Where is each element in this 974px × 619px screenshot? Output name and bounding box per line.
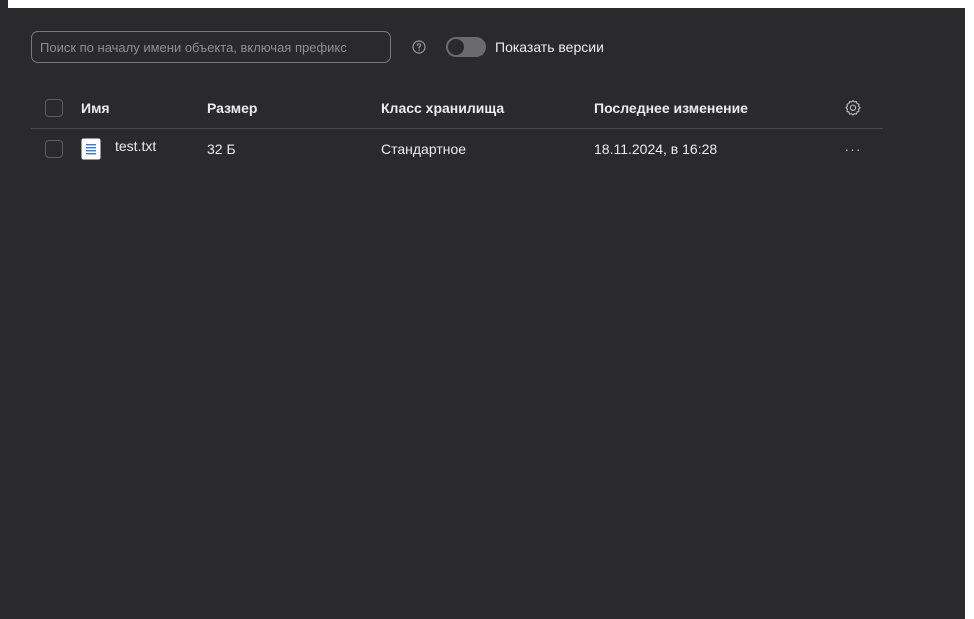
show-versions-label: Показать версии	[495, 39, 604, 55]
file-size: 32 Б	[207, 141, 236, 157]
search-input[interactable]	[31, 31, 391, 63]
file-name[interactable]: test.txt	[115, 126, 156, 166]
text-file-icon	[81, 138, 101, 160]
select-all-checkbox[interactable]	[45, 99, 63, 117]
toggle-knob	[448, 39, 464, 55]
column-header-name[interactable]: Имя	[81, 88, 110, 128]
file-modified: 18.11.2024, в 16:28	[594, 141, 718, 157]
objects-table: Имя Размер Класс хранилища Последнее изм…	[31, 88, 883, 169]
show-versions-toggle[interactable]	[446, 37, 486, 57]
question-circle-icon[interactable]	[412, 40, 426, 54]
row-actions-button[interactable]: ···	[841, 139, 865, 159]
column-header-size[interactable]: Размер	[207, 88, 257, 128]
column-header-storage-class[interactable]: Класс хранилища	[381, 88, 504, 128]
objects-panel: Показать версии Имя Размер Класс хранили…	[8, 8, 965, 619]
table-row[interactable]: test.txt 32 Б Стандартное 18.11.2024, в …	[31, 129, 883, 169]
table-header: Имя Размер Класс хранилища Последнее изм…	[31, 88, 883, 129]
toolbar: Показать версии	[31, 31, 604, 63]
gear-icon[interactable]	[844, 99, 862, 117]
left-edge-strip	[0, 0, 8, 619]
file-storage-class: Стандартное	[381, 141, 467, 157]
column-header-modified[interactable]: Последнее изменение	[594, 88, 748, 128]
row-checkbox[interactable]	[45, 140, 63, 158]
